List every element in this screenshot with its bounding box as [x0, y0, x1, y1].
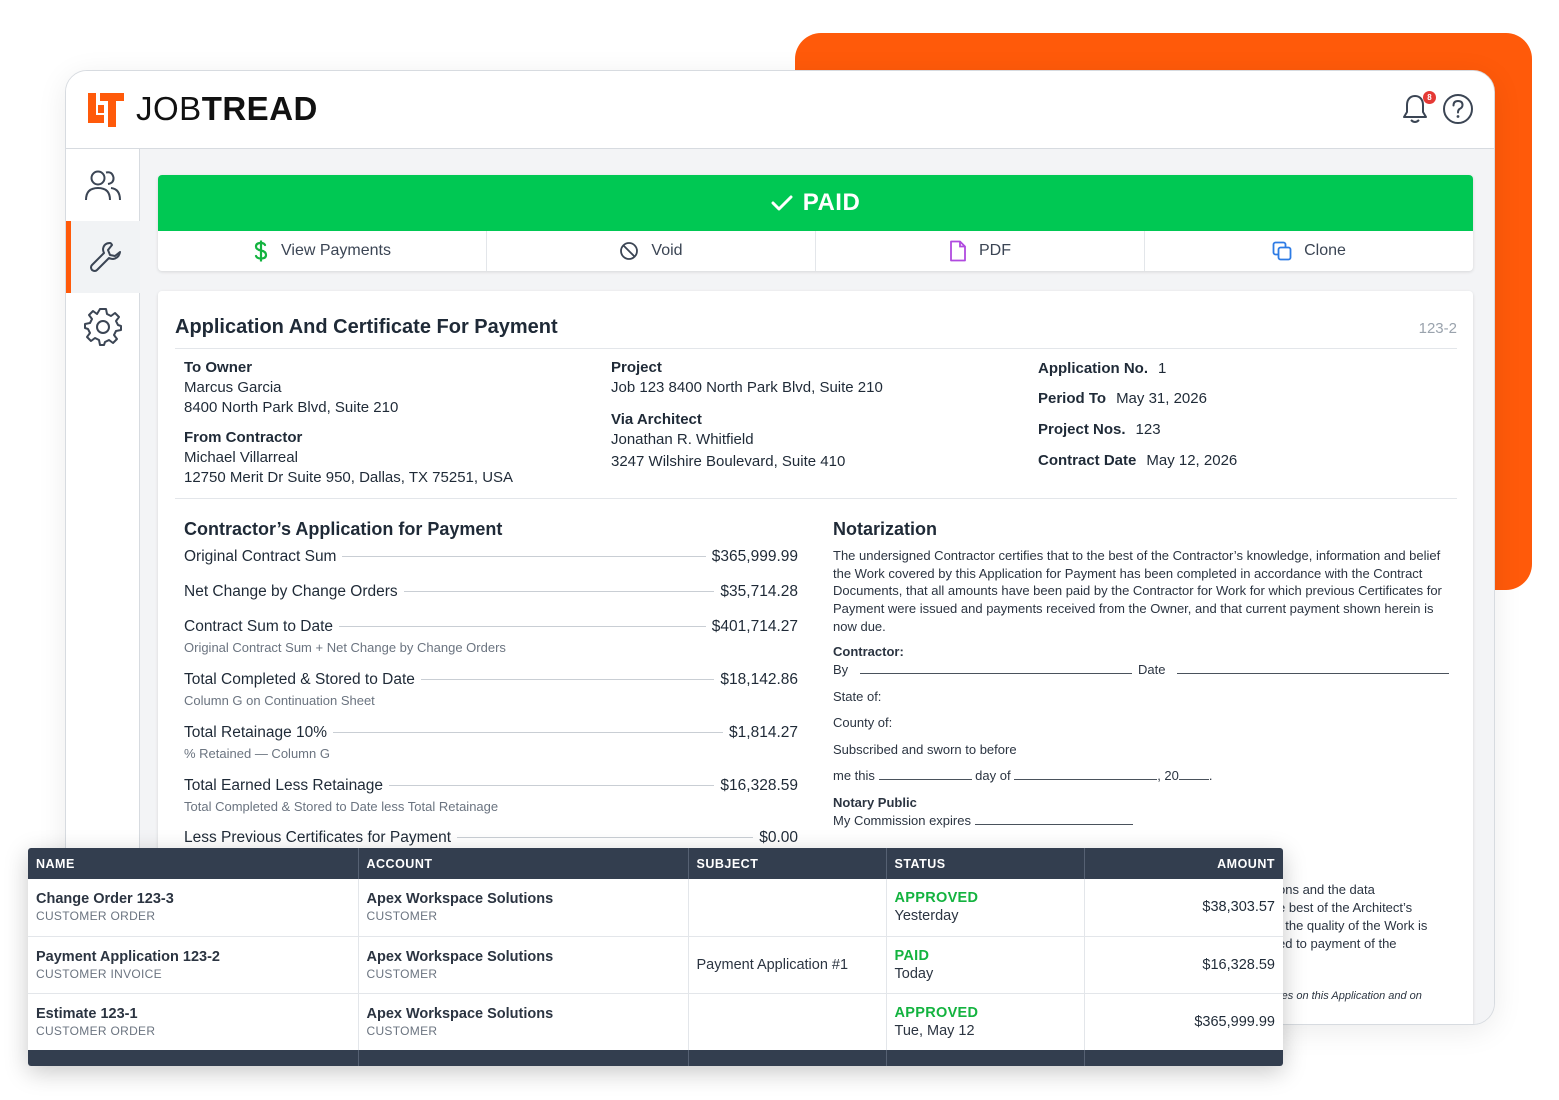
column-header-account[interactable]: ACCOUNT	[358, 848, 689, 879]
documents-table-panel: NAME ACCOUNT SUBJECT STATUS AMOUNT Chang…	[28, 848, 1283, 1066]
line-item: Total Completed & Stored to Date $18,142.…	[184, 671, 798, 708]
action-card: PAID View Payments Void PDF Clone	[158, 175, 1473, 271]
county-of: County of:	[833, 715, 893, 730]
line-item: Contract Sum to Date $401,714.27 Original…	[184, 618, 798, 655]
clone-icon	[1272, 241, 1292, 261]
sidebar-item-tools[interactable]	[66, 221, 140, 293]
help-icon	[1443, 94, 1473, 124]
view-payments-button[interactable]: View Payments	[158, 231, 487, 271]
notary-public: Notary Public	[833, 795, 917, 810]
architect-text: ons and the data	[1278, 882, 1375, 897]
void-icon	[620, 242, 639, 260]
state-of: State of:	[833, 689, 882, 704]
architect-text: , the quality of the Work is	[1278, 918, 1428, 933]
status-badge: APPROVED	[894, 1004, 979, 1021]
by-line: By	[833, 662, 1132, 677]
notarization-title: Notarization	[833, 519, 938, 539]
period-to: Period To May 31, 2026	[1038, 390, 1207, 407]
table-header-row: NAME ACCOUNT SUBJECT STATUS AMOUNT	[28, 848, 1283, 879]
architect-text: e best of the Architect’s	[1278, 900, 1413, 915]
line-item: Total Retainage 10% $1,814.27 % Retained …	[184, 724, 798, 761]
to-owner-block: To Owner Marcus Garcia 8400 North Park B…	[184, 359, 399, 416]
table-row[interactable]: Change Order 123-3 CUSTOMER ORDER Apex Wo…	[28, 879, 1283, 937]
column-header-subject[interactable]: SUBJECT	[688, 848, 887, 879]
column-header-name[interactable]: NAME	[28, 848, 359, 879]
sidebar-item-settings[interactable]	[66, 291, 140, 363]
sidebar-item-contacts[interactable]	[66, 149, 140, 221]
line-item: Original Contract Sum $365,999.99	[184, 548, 798, 565]
help-button[interactable]	[1442, 93, 1474, 125]
action-bar: View Payments Void PDF Clone	[158, 231, 1473, 271]
project-block: Project Job 123 8400 North Park Blvd, Su…	[611, 359, 883, 396]
architect-note: res on this Application and on	[1278, 990, 1422, 1002]
status-badge: APPROVED	[894, 890, 979, 907]
topbar: JOBTREAD 8	[66, 71, 1494, 149]
clone-button[interactable]: Clone	[1145, 231, 1473, 271]
notification-badge: 8	[1423, 91, 1436, 104]
contractor-label: Contractor:	[833, 644, 904, 659]
line-item: Net Change by Change Orders $35,714.28	[184, 583, 798, 600]
from-contractor-block: From Contractor Michael Villarreal 12750…	[184, 429, 514, 486]
pdf-icon	[950, 240, 966, 262]
sworn-date-line: me this day of , 20.	[833, 768, 1213, 783]
users-icon	[85, 170, 121, 201]
document-number: 123-2	[1418, 320, 1457, 337]
project-nos: Project Nos. 123	[1038, 421, 1161, 438]
document-title: Application And Certificate For Payment	[175, 316, 558, 338]
divider	[175, 498, 1457, 499]
commission-line: My Commission expires	[833, 813, 1133, 828]
application-no: Application No. 1	[1038, 360, 1167, 377]
via-architect-block: Via Architect Jonathan R. Whitfield 3247…	[611, 411, 846, 470]
table-footer	[28, 1050, 1283, 1066]
paid-status: PAID	[802, 189, 861, 216]
divider	[175, 348, 1457, 349]
line-item: Less Previous Certificates for Payment $0…	[184, 829, 798, 846]
notarization-body: The undersigned Contractor certifies tha…	[833, 548, 1442, 634]
line-item: Total Earned Less Retainage $16,328.59 To…	[184, 777, 798, 814]
subscribed-line: Subscribed and sworn to before	[833, 742, 1017, 757]
notifications-button[interactable]: 8	[1400, 91, 1436, 125]
paid-banner: PAID	[158, 175, 1473, 231]
column-header-amount[interactable]: AMOUNT	[1084, 848, 1283, 879]
void-button[interactable]: Void	[487, 231, 816, 271]
pdf-button[interactable]: PDF	[816, 231, 1145, 271]
table-row[interactable]: Estimate 123-1 CUSTOMER ORDER Apex Worksp…	[28, 993, 1283, 1051]
logo-icon	[88, 93, 124, 127]
wrench-icon	[89, 242, 121, 272]
logo-text: JOBTREAD	[136, 90, 318, 127]
table-row[interactable]: Payment Application 123-2 CUSTOMER INVOIC…	[28, 936, 1283, 994]
application-section-title: Contractor’s Application for Payment	[184, 519, 503, 539]
architect-text: ed to payment of the	[1278, 936, 1397, 951]
contract-date: Contract Date May 12, 2026	[1038, 452, 1238, 469]
column-header-status[interactable]: STATUS	[886, 848, 1085, 879]
gear-icon	[84, 308, 122, 346]
logo: JOBTREAD	[86, 89, 318, 129]
documents-table: NAME ACCOUNT SUBJECT STATUS AMOUNT Chang…	[28, 848, 1283, 1051]
dollar-icon	[254, 240, 268, 262]
check-icon	[771, 195, 793, 211]
status-badge: PAID	[894, 947, 930, 964]
date-line: Date	[1138, 662, 1450, 677]
